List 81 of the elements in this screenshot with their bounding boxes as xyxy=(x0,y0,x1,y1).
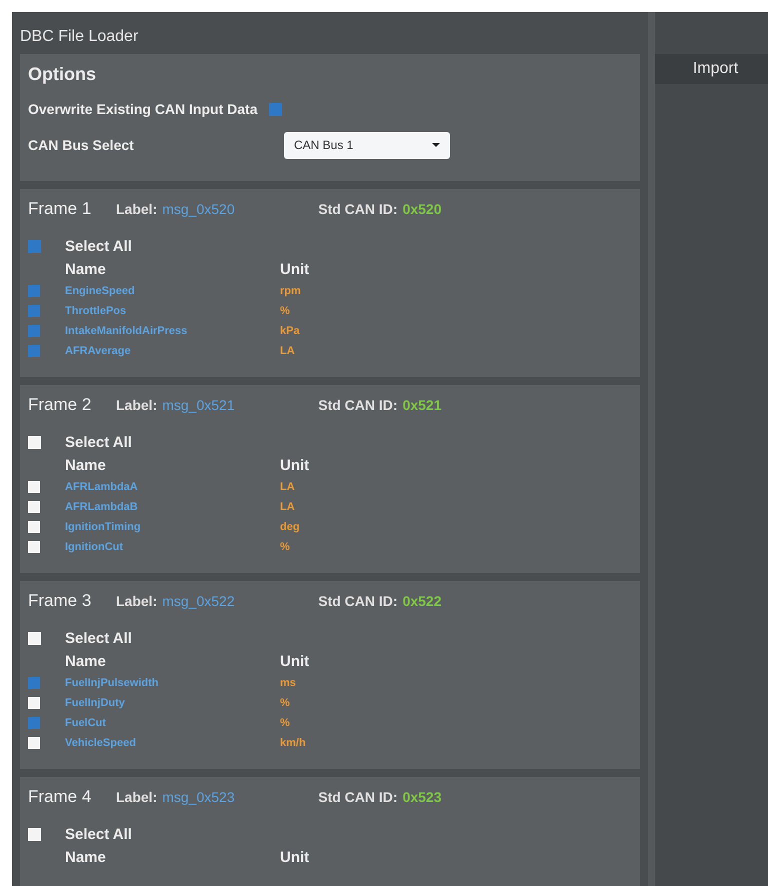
signal-name: ThrottlePos xyxy=(65,305,128,317)
signal-name: IntakeManifoldAirPress xyxy=(65,325,188,337)
column-header: Name xyxy=(65,848,107,866)
signal-unit: kPa xyxy=(280,325,300,337)
signal-name: FuelInjPulsewidth xyxy=(65,677,160,689)
overwrite-label: Overwrite Existing CAN Input Data xyxy=(28,101,258,117)
signal-checkbox[interactable] xyxy=(28,541,40,553)
can-id-value: 0x522 xyxy=(402,593,442,609)
signal-checkbox[interactable] xyxy=(28,305,40,317)
can-id-caption: Std CAN ID: xyxy=(318,201,398,217)
can-id-caption: Std CAN ID: xyxy=(318,397,398,413)
label-caption: Label: xyxy=(116,201,158,217)
signal-unit: LA xyxy=(280,481,295,493)
signal-name: IgnitionCut xyxy=(65,541,124,553)
column-header: Unit xyxy=(280,848,310,866)
select-all-checkbox[interactable] xyxy=(28,828,41,840)
signal-unit: km/h xyxy=(280,737,306,749)
column-header: Unit xyxy=(280,260,310,278)
signal-checkbox[interactable] xyxy=(28,345,40,357)
signal-unit: % xyxy=(280,541,290,553)
overwrite-checkbox[interactable] xyxy=(269,102,282,116)
frame-label: msg_0x522 xyxy=(162,593,236,609)
signal-unit: % xyxy=(280,305,290,317)
column-header: Unit xyxy=(280,652,310,670)
column-header: Name xyxy=(65,260,107,278)
frame-label: msg_0x523 xyxy=(162,789,236,805)
signal-name: AFRLambdaB xyxy=(65,501,139,513)
select-all-checkbox[interactable] xyxy=(28,240,41,252)
signal-name: FuelInjDuty xyxy=(65,697,126,709)
signal-checkbox[interactable] xyxy=(28,481,40,493)
signal-unit: % xyxy=(280,717,290,729)
frame-label: msg_0x520 xyxy=(162,201,236,217)
column-header: Unit xyxy=(280,456,310,474)
select-all-label: Select All xyxy=(65,630,132,646)
signal-checkbox[interactable] xyxy=(28,737,40,749)
can-id-value: 0x523 xyxy=(402,789,442,805)
select-all-label: Select All xyxy=(65,826,132,842)
label-caption: Label: xyxy=(116,593,158,609)
signal-name: FuelCut xyxy=(65,717,107,729)
select-all-label: Select All xyxy=(65,238,132,254)
select-all-checkbox[interactable] xyxy=(28,436,41,448)
signal-checkbox[interactable] xyxy=(28,697,40,709)
column-header: Name xyxy=(65,456,107,474)
frame-title: Frame 4 xyxy=(28,787,92,807)
signal-checkbox[interactable] xyxy=(28,717,40,729)
signal-unit: % xyxy=(280,697,290,709)
frame-title: Frame 3 xyxy=(28,591,92,611)
signal-unit: ms xyxy=(280,677,296,689)
import-button[interactable]: Import xyxy=(655,54,768,84)
can-id-value: 0x521 xyxy=(402,397,442,413)
frame-label: msg_0x521 xyxy=(162,397,236,413)
signal-name: VehicleSpeed xyxy=(65,737,137,749)
column-header: Name xyxy=(65,652,107,670)
bus-select-label: CAN Bus Select xyxy=(28,137,135,153)
select-all-label: Select All xyxy=(65,434,132,450)
window-title: DBC File Loader xyxy=(20,27,140,46)
select-all-checkbox[interactable] xyxy=(28,632,41,644)
can-id-value: 0x520 xyxy=(402,201,442,217)
signal-unit: deg xyxy=(280,521,300,533)
signal-checkbox[interactable] xyxy=(28,285,40,297)
signal-unit: LA xyxy=(280,345,295,357)
can-id-caption: Std CAN ID: xyxy=(318,789,398,805)
signal-name: EngineSpeed xyxy=(65,285,136,297)
frame-title: Frame 1 xyxy=(28,199,92,219)
signal-unit: LA xyxy=(280,501,295,513)
signal-name: AFRLambdaA xyxy=(65,481,139,493)
options-title: Options xyxy=(28,64,97,85)
caret-icon xyxy=(432,143,440,147)
signal-name: AFRAverage xyxy=(65,345,132,357)
signal-name: IgnitionTiming xyxy=(65,521,142,533)
frame-title: Frame 2 xyxy=(28,395,92,415)
signal-checkbox[interactable] xyxy=(28,677,40,689)
signal-unit: rpm xyxy=(280,285,301,297)
label-caption: Label: xyxy=(116,397,158,413)
signal-checkbox[interactable] xyxy=(28,521,40,533)
label-caption: Label: xyxy=(116,789,158,805)
signal-checkbox[interactable] xyxy=(28,501,40,513)
bus-select-dropdown[interactable]: CAN Bus 1 xyxy=(284,132,450,158)
panel-splitter[interactable] xyxy=(648,12,655,886)
signal-checkbox[interactable] xyxy=(28,325,40,337)
can-id-caption: Std CAN ID: xyxy=(318,593,398,609)
